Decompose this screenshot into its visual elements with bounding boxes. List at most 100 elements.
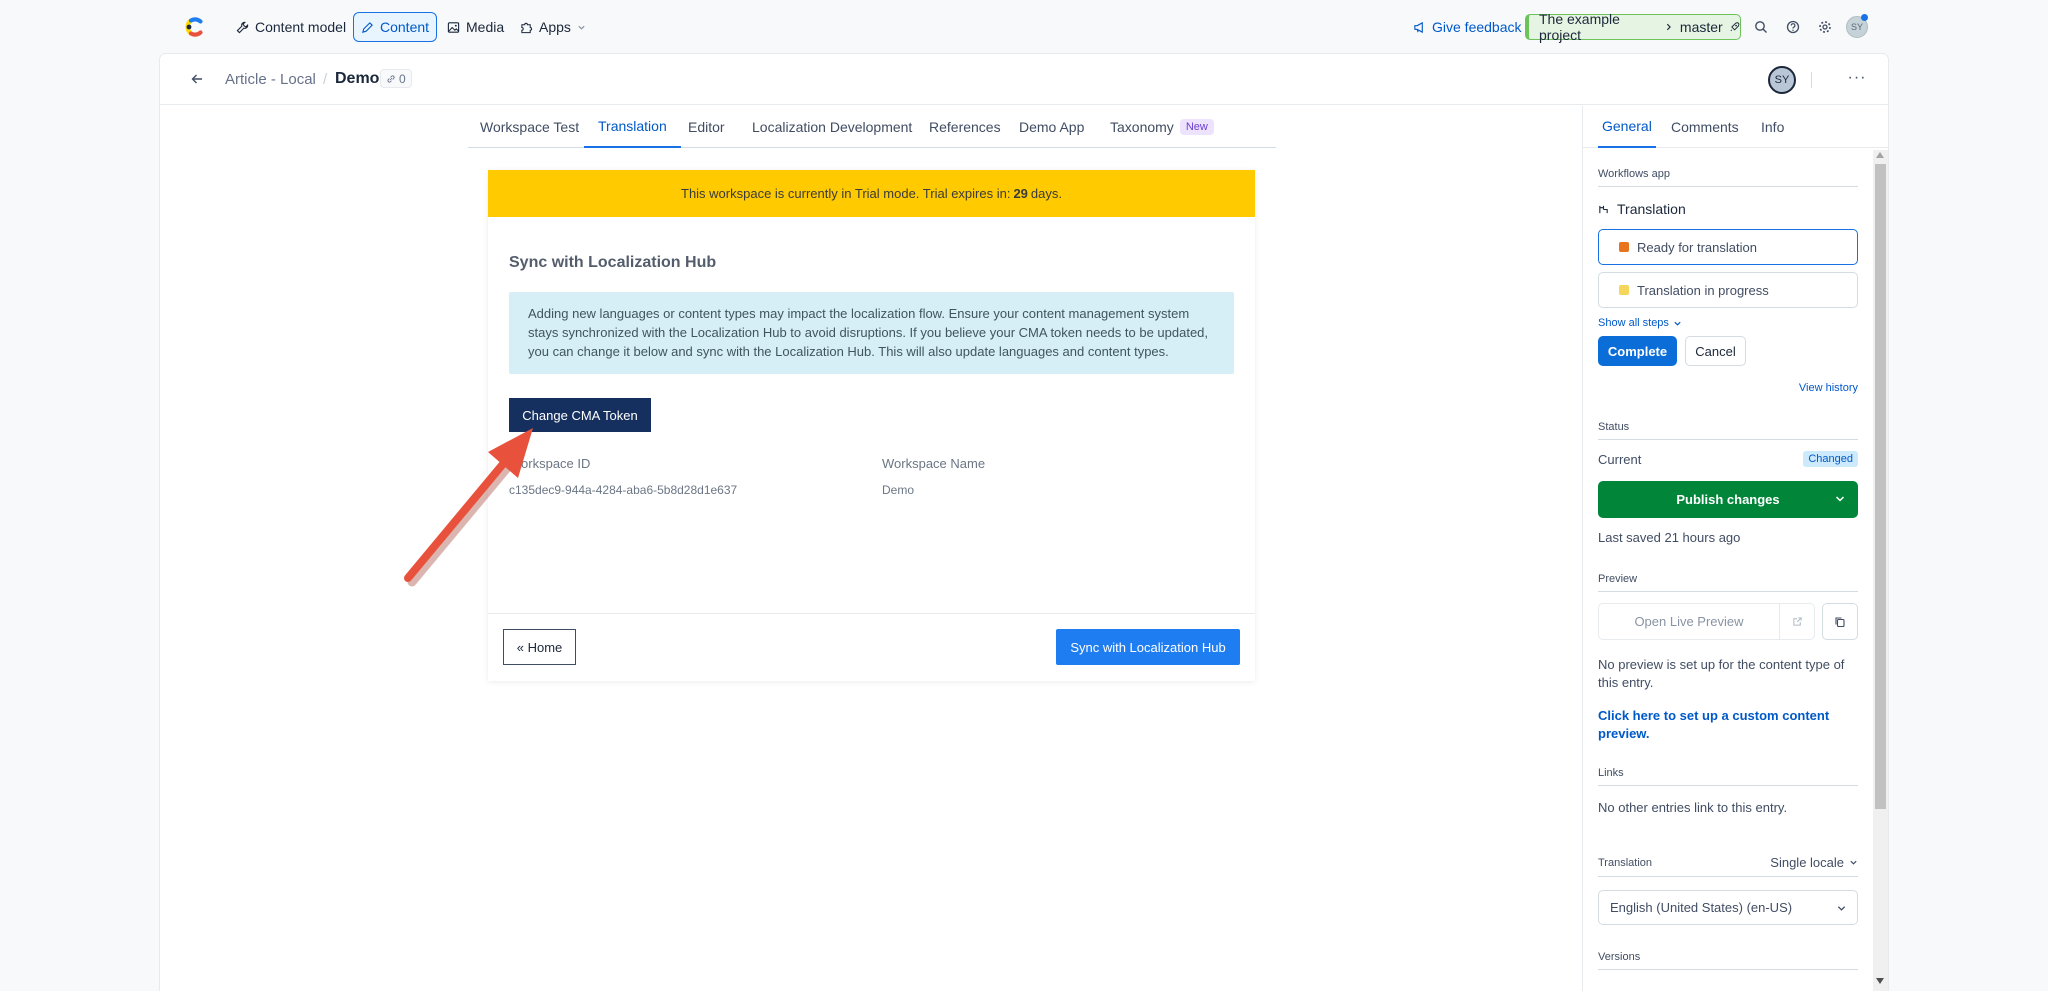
notification-dot — [1861, 14, 1868, 21]
locale-mode-dropdown[interactable]: Single locale — [1770, 855, 1858, 870]
no-links-text: No other entries link to this entry. — [1598, 800, 1788, 815]
tab-taxonomy[interactable]: Taxonomy New — [1110, 106, 1214, 148]
help-icon — [1786, 20, 1800, 34]
scroll-down-arrow-icon[interactable] — [1876, 978, 1884, 984]
publish-label: Publish changes — [1676, 492, 1780, 507]
tab-references[interactable]: References — [929, 106, 1001, 148]
workflow-title: Translation — [1598, 201, 1686, 217]
nav-content-model[interactable]: Content model — [229, 12, 353, 42]
cancel-step-button[interactable]: Cancel — [1685, 336, 1746, 366]
tab-label: Comments — [1671, 119, 1739, 135]
references-count-badge[interactable]: 0 — [380, 69, 412, 88]
search-button[interactable] — [1751, 17, 1771, 37]
settings-button[interactable] — [1815, 17, 1835, 37]
tab-localization-development[interactable]: Localization Development — [752, 106, 912, 148]
versions-section-heading: Versions — [1598, 951, 1858, 970]
breadcrumb-content-type[interactable]: Article - Local — [225, 71, 316, 88]
step-label: Translation in progress — [1637, 282, 1769, 298]
workspace-name-label: Workspace Name — [882, 456, 986, 471]
locale-mode-label: Single locale — [1770, 855, 1844, 870]
user-avatar-initials: SY — [1850, 22, 1863, 32]
publish-changes-button[interactable]: Publish changes — [1598, 481, 1858, 518]
tab-demo-app[interactable]: Demo App — [1019, 106, 1084, 148]
tab-label: General — [1602, 118, 1652, 134]
more-actions-button[interactable]: ··· — [1846, 69, 1868, 89]
sync-localization-hub-button[interactable]: Sync with Localization Hub — [1056, 629, 1240, 665]
nav-apps[interactable]: Apps — [513, 12, 593, 42]
give-feedback-link[interactable]: Give feedback — [1413, 12, 1522, 42]
chevron-right-icon — [1667, 23, 1672, 31]
collaborator-initials: SY — [1774, 74, 1790, 86]
scrollbar-thumb[interactable] — [1875, 164, 1886, 809]
new-badge: New — [1179, 119, 1214, 135]
environment-name: master — [1679, 19, 1723, 35]
nav-media[interactable]: Media — [440, 12, 511, 42]
sidebar-scrollbar[interactable] — [1873, 150, 1888, 991]
environment-switcher[interactable]: The example project master — [1525, 11, 1741, 43]
chevron-down-icon — [1850, 860, 1857, 865]
nav-content-model-label: Content model — [255, 19, 347, 35]
wrench-icon — [236, 21, 249, 33]
status-row: Current Changed — [1598, 451, 1858, 467]
trial-suffix: days. — [1030, 186, 1062, 201]
link-icon — [387, 74, 395, 83]
give-feedback-label: Give feedback — [1432, 19, 1522, 35]
sidebar-tab-comments[interactable]: Comments — [1671, 106, 1739, 148]
pencil-icon — [362, 21, 373, 33]
chevron-down-icon[interactable] — [1834, 493, 1846, 505]
workflow-step-current[interactable]: Ready for translation — [1598, 229, 1858, 265]
copy-preview-button[interactable] — [1822, 603, 1858, 640]
nav-apps-label: Apps — [539, 19, 571, 35]
tab-editor[interactable]: Editor — [688, 106, 725, 148]
rocket-icon — [1730, 22, 1740, 32]
puzzle-icon — [521, 22, 533, 33]
tab-label: Editor — [688, 119, 725, 135]
entry-title: Demo — [335, 70, 380, 87]
complete-step-button[interactable]: Complete — [1598, 336, 1677, 366]
workflow-step-next[interactable]: Translation in progress — [1598, 272, 1858, 308]
chevron-down-icon — [1674, 321, 1681, 326]
sidebar-tab-info[interactable]: Info — [1761, 106, 1784, 148]
breadcrumb-separator: / — [323, 71, 328, 88]
sidebar-tab-general[interactable]: General — [1598, 106, 1656, 148]
external-preview-button[interactable] — [1779, 603, 1815, 640]
no-preview-text: No preview is set up for the content typ… — [1598, 657, 1845, 690]
collaborator-avatar[interactable]: SY — [1768, 66, 1796, 94]
arrow-left-icon — [191, 74, 202, 84]
setup-preview-link[interactable]: Click here to set up a custom content pr… — [1598, 707, 1858, 743]
entry-editor-tabs: Workspace Test Translation Editor Locali… — [468, 106, 1276, 148]
nav-content[interactable]: Content — [353, 12, 438, 42]
status-current-label: Current — [1598, 451, 1642, 467]
contentful-logo-icon[interactable] — [183, 15, 205, 39]
open-live-preview-button[interactable]: Open Live Preview — [1598, 603, 1780, 640]
nav-media-label: Media — [466, 19, 505, 35]
tab-workspace-test[interactable]: Workspace Test — [480, 106, 579, 148]
trial-banner: This workspace is currently in Trial mod… — [488, 170, 1255, 217]
show-all-steps-link[interactable]: Show all steps — [1598, 317, 1682, 329]
back-button[interactable] — [186, 68, 208, 90]
step-label: Ready for translation — [1637, 239, 1757, 255]
tab-label: Translation — [598, 118, 667, 134]
show-all-steps-label: Show all steps — [1598, 317, 1669, 329]
gear-icon — [1819, 21, 1831, 33]
locale-select[interactable]: English (United States) (en-US) — [1598, 890, 1858, 925]
image-icon — [447, 21, 460, 33]
top-navigation: Content model Content Media Apps Give fe… — [0, 0, 2048, 54]
tab-translation[interactable]: Translation — [584, 106, 681, 148]
scroll-up-arrow-icon[interactable] — [1876, 152, 1884, 158]
translation-section-heading: Translation Single locale — [1598, 855, 1858, 877]
help-button[interactable] — [1783, 17, 1803, 37]
megaphone-icon — [1414, 21, 1423, 33]
tab-label: Info — [1761, 119, 1785, 135]
home-button[interactable]: « Home — [503, 629, 576, 665]
locale-value: English (United States) (en-US) — [1610, 900, 1793, 915]
view-history-link[interactable]: View history — [1799, 382, 1858, 394]
status-badge: Changed — [1803, 451, 1858, 467]
tab-label: Demo App — [1019, 119, 1085, 135]
links-section-heading: Links — [1598, 767, 1858, 786]
project-name: The example project — [1539, 11, 1620, 43]
last-saved-text: Last saved 21 hours ago — [1598, 530, 1741, 545]
card-footer: « Home Sync with Localization Hub — [488, 613, 1255, 681]
workspace-name-value: Demo — [882, 483, 915, 497]
chevron-down-icon — [578, 25, 585, 30]
